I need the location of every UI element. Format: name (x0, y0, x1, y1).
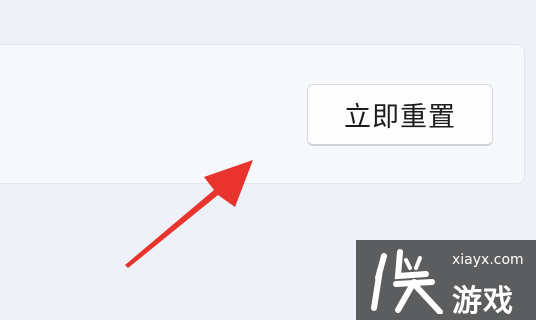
watermark-domain: xiayx.com (452, 252, 524, 268)
watermark-name: 游戏 (452, 284, 514, 319)
watermark-logo (371, 249, 443, 314)
reset-now-button[interactable]: 立即重置 (307, 84, 493, 146)
watermark: xiayx.com 游戏 (356, 240, 536, 320)
